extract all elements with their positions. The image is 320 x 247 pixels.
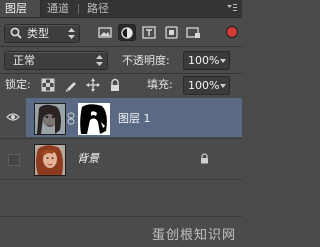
tab-layers[interactable]: 图层 — [0, 0, 41, 17]
filter-toggle-button[interactable] — [226, 26, 238, 38]
lock-image-icon[interactable] — [64, 78, 78, 92]
adjustment-filter-icon — [121, 27, 133, 39]
watermark-text: 蛋创根知识网 — [151, 228, 236, 243]
opacity-value: 100% — [188, 54, 220, 67]
layer-name[interactable]: 背景 — [77, 152, 99, 166]
divider — [0, 73, 242, 74]
divider — [0, 179, 242, 180]
shape-filter-icon[interactable] — [162, 24, 180, 41]
layer-mask-thumbnail[interactable] — [78, 103, 110, 135]
fill-input[interactable]: 100% — [183, 76, 230, 95]
opacity-input[interactable]: 100% — [183, 51, 230, 70]
lock-label: 锁定: — [5, 78, 31, 91]
chevron-down-icon[interactable] — [220, 84, 226, 88]
layer-visibility-toggle[interactable] — [0, 98, 24, 138]
fill-label: 填充: — [147, 78, 173, 91]
layer-thumbnail[interactable] — [34, 103, 66, 135]
tab-paths[interactable]: 路径 — [82, 0, 114, 17]
divider — [0, 138, 242, 139]
blend-mode-select[interactable]: 正常 — [4, 51, 108, 70]
visibility-off-box — [8, 154, 20, 166]
lock-all-icon[interactable] — [108, 78, 122, 92]
lock-icon — [201, 153, 208, 164]
adjustment-filter-button[interactable] — [118, 24, 136, 41]
opacity-label: 不透明度: — [122, 54, 170, 67]
fill-value: 100% — [188, 79, 220, 92]
chevron-updown-icon — [96, 55, 103, 66]
tab-separator — [78, 4, 79, 14]
chevron-updown-icon — [68, 28, 75, 39]
search-icon — [10, 27, 22, 39]
lock-transparent-icon[interactable] — [41, 78, 55, 92]
tab-channels[interactable]: 通道 — [42, 0, 74, 17]
type-filter-icon[interactable] — [140, 24, 158, 41]
layer-filter-select[interactable]: 类型 — [4, 24, 80, 43]
chevron-down-icon[interactable] — [220, 59, 226, 63]
smart-object-filter-icon[interactable] — [184, 24, 202, 41]
layer-name[interactable]: 图层 1 — [118, 112, 151, 126]
panel-menu-icon[interactable] — [226, 2, 238, 14]
blend-mode-value: 正常 — [13, 54, 35, 67]
lock-position-icon[interactable] — [86, 78, 100, 92]
panel-tab-bar: 图层 通道 路径 — [0, 0, 242, 18]
link-icon[interactable] — [67, 112, 75, 125]
eye-icon — [6, 113, 20, 121]
layer-thumbnail[interactable] — [34, 144, 66, 176]
image-filter-icon[interactable] — [96, 24, 114, 41]
layer-visibility-toggle[interactable] — [0, 139, 24, 179]
filter-type-label: 类型 — [27, 27, 49, 40]
divider — [0, 46, 242, 47]
layers-panel: 图层 通道 路径 类型 正常 不透明度: 100% 锁定: 填充: 100% 图… — [0, 0, 242, 247]
